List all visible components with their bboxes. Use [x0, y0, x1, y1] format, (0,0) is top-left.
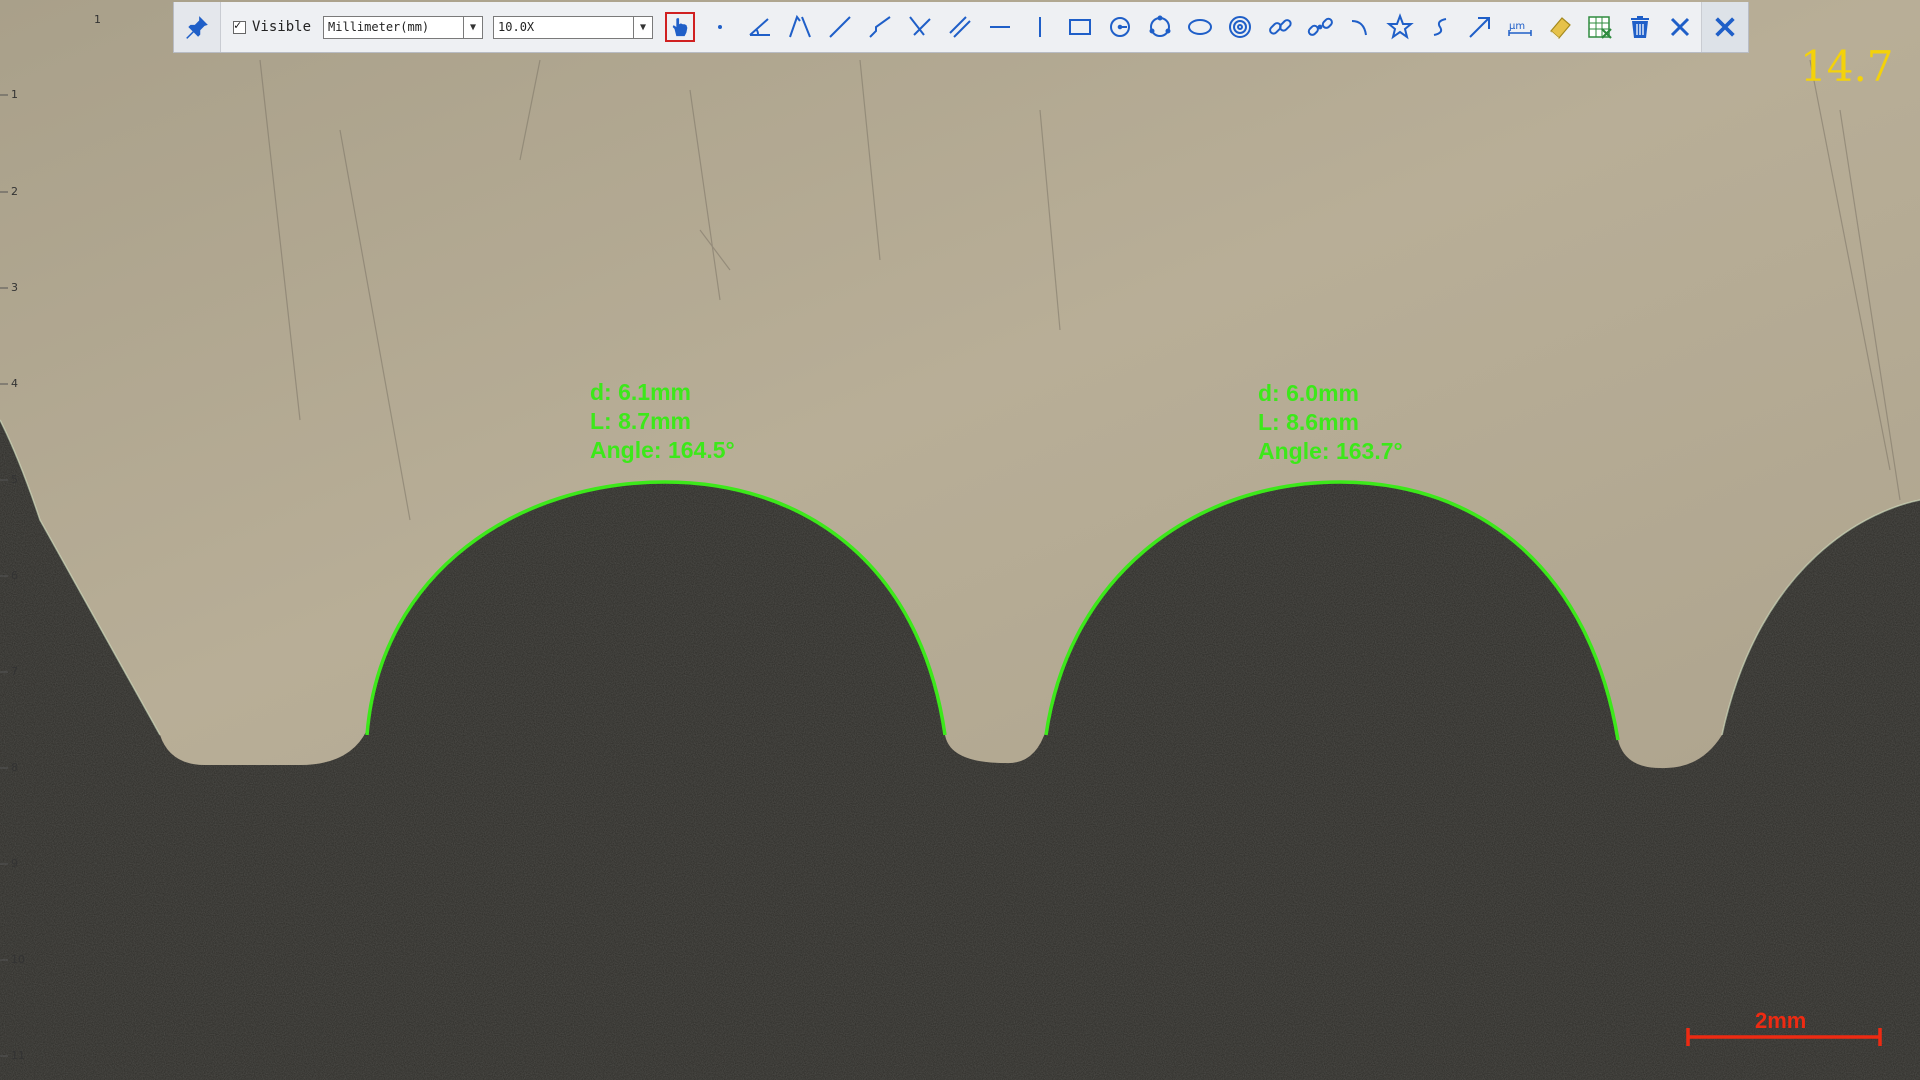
pin-icon: [186, 16, 208, 39]
left-ruler-number: 4: [11, 377, 18, 390]
left-ruler-number: 7: [11, 665, 18, 678]
circle-center-icon: [1110, 17, 1131, 37]
left-ruler-number: 9: [11, 857, 18, 870]
line-tool[interactable]: [820, 7, 860, 47]
top-ruler-number: 1: [94, 13, 101, 26]
point-icon: [718, 25, 723, 29]
measurement-toolbar: Visible Millimeter(mm) ▼ 10.0X ▼: [173, 2, 1749, 53]
polyline-icon: [869, 16, 891, 38]
angle-value: Angle: 163.7°: [1258, 438, 1403, 464]
link-tool[interactable]: [1260, 7, 1300, 47]
scale-bar-label: 2mm: [1755, 1008, 1807, 1033]
export-excel-icon: [1588, 16, 1612, 39]
star-tool[interactable]: [1380, 7, 1420, 47]
frame-rate: 14.7: [1800, 42, 1894, 91]
svg-text:μm: μm: [1509, 21, 1525, 32]
line-icon: [829, 16, 851, 38]
angle-icon: [749, 18, 771, 36]
zoom-select-value: 10.0X: [498, 20, 535, 34]
polyline-tool[interactable]: [860, 7, 900, 47]
cross-lines-tool[interactable]: [900, 7, 940, 47]
clear-icon: [1670, 17, 1690, 37]
left-ruler-number: 6: [11, 569, 18, 582]
arc-tool[interactable]: [1340, 7, 1380, 47]
delete-icon: [1631, 16, 1650, 38]
left-ruler-number: 10: [11, 953, 25, 966]
polyline-angle-icon: [789, 14, 811, 38]
microscope-view[interactable]: 1 1 2 3 4 5 6 7 8 9 10 11 d: 6.1mm L: 8.…: [0, 0, 1920, 1080]
arc-icon: [1351, 20, 1368, 36]
left-ruler-number: 3: [11, 281, 18, 294]
left-ruler-number: 11: [11, 1049, 25, 1062]
diameter-value: d: 6.1mm: [590, 379, 691, 405]
vertical-line-tool[interactable]: [1020, 7, 1060, 47]
link-broken-icon: [1307, 17, 1333, 36]
circle-three-point-tool[interactable]: [1140, 7, 1180, 47]
clear-tool[interactable]: [1660, 7, 1700, 47]
concentric-circles-tool[interactable]: [1220, 7, 1260, 47]
circle-three-point-icon: [1149, 15, 1171, 37]
delete-tool[interactable]: [1620, 7, 1660, 47]
link-broken-tool[interactable]: [1300, 7, 1340, 47]
unit-select-value: Millimeter(mm): [328, 20, 430, 34]
metal-part: [0, 0, 1920, 769]
chevron-down-icon[interactable]: ▼: [633, 16, 652, 38]
star-icon: [1386, 13, 1414, 40]
visible-label: Visible: [252, 19, 312, 35]
vertical-line-icon: [1039, 17, 1042, 37]
left-ruler-number: 1: [11, 88, 18, 101]
ellipse-icon: [1188, 19, 1213, 35]
close-toolbar-button[interactable]: [1701, 2, 1748, 52]
unit-select[interactable]: Millimeter(mm) ▼: [323, 15, 484, 39]
arrow-icon: [1469, 17, 1491, 38]
zoom-select[interactable]: 10.0X ▼: [493, 15, 654, 39]
left-ruler-number: 5: [11, 473, 18, 486]
length-value: L: 8.6mm: [1258, 409, 1359, 435]
scale-text-tool[interactable]: μm: [1500, 7, 1540, 47]
close-icon: [1715, 17, 1735, 37]
cross-lines-icon: [909, 16, 931, 36]
chevron-down-icon[interactable]: ▼: [463, 16, 482, 38]
polyline-angle-tool[interactable]: [780, 7, 820, 47]
horizontal-line-tool[interactable]: [980, 7, 1020, 47]
point-tool[interactable]: [700, 7, 740, 47]
curve-icon: [1433, 18, 1447, 36]
rectangle-tool[interactable]: [1060, 7, 1100, 47]
eraser-icon: [1550, 17, 1571, 39]
measurement-label-1[interactable]: d: 6.1mm L: 8.7mm Angle: 164.5°: [590, 378, 735, 465]
visible-checkbox[interactable]: Visible: [233, 18, 312, 35]
parallel-lines-tool[interactable]: [940, 7, 980, 47]
specimen-image: [0, 0, 1920, 1080]
left-ruler-number: 2: [11, 185, 18, 198]
measurement-label-2[interactable]: d: 6.0mm L: 8.6mm Angle: 163.7°: [1258, 379, 1403, 466]
ellipse-tool[interactable]: [1180, 7, 1220, 47]
eraser-tool[interactable]: [1540, 7, 1580, 47]
angle-value: Angle: 164.5°: [590, 437, 735, 463]
hand-pointer-tool[interactable]: [665, 12, 696, 42]
left-ruler-number: 8: [11, 761, 18, 774]
horizontal-line-icon: [990, 26, 1011, 28]
parallel-lines-icon: [949, 16, 971, 38]
export-excel-tool[interactable]: [1580, 7, 1620, 47]
circle-center-tool[interactable]: [1100, 7, 1140, 47]
checkbox-box[interactable]: [233, 18, 246, 34]
arrow-tool[interactable]: [1460, 7, 1500, 47]
angle-tool[interactable]: [740, 7, 780, 47]
rectangle-icon: [1069, 19, 1092, 35]
pin-button[interactable]: [174, 2, 221, 52]
diameter-value: d: 6.0mm: [1258, 380, 1359, 406]
hand-pointer-icon: [672, 17, 688, 37]
length-value: L: 8.7mm: [590, 408, 691, 434]
scale-text-icon: μm: [1508, 21, 1532, 36]
curve-tool[interactable]: [1420, 7, 1460, 47]
link-icon: [1269, 19, 1292, 35]
concentric-circles-icon: [1229, 16, 1252, 38]
